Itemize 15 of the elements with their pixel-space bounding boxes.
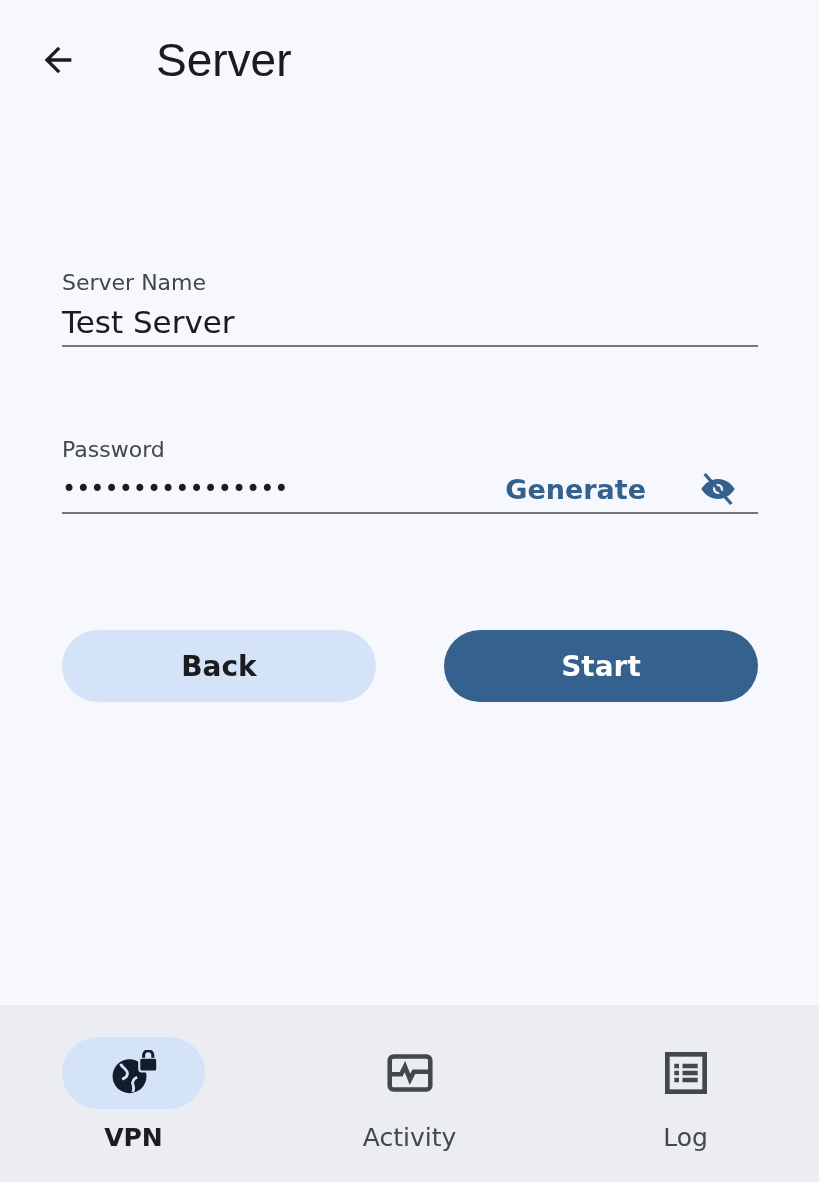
nav-tab[interactable]: Activity <box>338 1005 481 1182</box>
field-label: Server Name <box>62 270 208 295</box>
list-icon <box>664 1052 707 1094</box>
input-field[interactable]: Server Name Test Server <box>62 270 758 347</box>
field-label: Password <box>62 437 166 462</box>
input-field[interactable]: Password •••••••••••••••• Generate <box>62 437 758 514</box>
screen-title: Server <box>156 33 292 87</box>
activity-icon <box>386 1054 433 1092</box>
field-value: Test Server <box>62 304 236 340</box>
nav-tab[interactable]: VPN <box>62 1005 205 1182</box>
field-value: •••••••••••••••• <box>62 475 290 503</box>
nav-tab[interactable]: Log <box>614 1005 757 1182</box>
generate-button[interactable]: Generate <box>505 473 646 505</box>
back-button[interactable]: Back <box>62 630 376 702</box>
start-button[interactable]: Start <box>444 630 758 702</box>
